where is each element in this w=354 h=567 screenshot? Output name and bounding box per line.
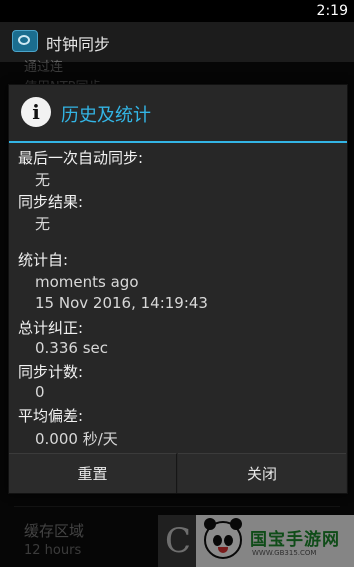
status-bar: 2:19	[0, 0, 354, 22]
dialog-title: 历史及统计	[61, 105, 151, 126]
history-stats-dialog: i 历史及统计 最后一次自动同步: 无 同步结果: 无 统计自: moments…	[8, 84, 348, 494]
stats-since-label: 统计自:	[18, 251, 69, 269]
stats-since-timestamp: 15 Nov 2016, 14:19:43	[35, 294, 208, 312]
dialog-header: i 历史及统计	[9, 85, 347, 143]
total-correction-label: 总计纠正:	[18, 319, 84, 337]
clock-sync-app-icon[interactable]	[12, 30, 38, 52]
sync-count-value: 0	[35, 383, 45, 401]
last-auto-sync-value: 无	[35, 171, 51, 189]
sync-count-label: 同步计数:	[18, 363, 84, 381]
info-icon: i	[21, 97, 51, 127]
average-drift-label: 平均偏差:	[18, 407, 84, 425]
reset-button[interactable]: 重置	[9, 453, 177, 493]
sync-result-label: 同步结果:	[18, 193, 84, 211]
average-drift-value: 0.000 秒/天	[35, 430, 118, 448]
status-time: 2:19	[316, 3, 348, 19]
total-correction-value: 0.336 sec	[35, 339, 109, 357]
close-button[interactable]: 关闭	[178, 453, 346, 493]
last-auto-sync-label: 最后一次自动同步:	[18, 149, 144, 167]
sync-result-value: 无	[35, 215, 51, 233]
stats-since-relative: moments ago	[35, 273, 139, 291]
app-title: 时钟同步	[46, 35, 111, 54]
